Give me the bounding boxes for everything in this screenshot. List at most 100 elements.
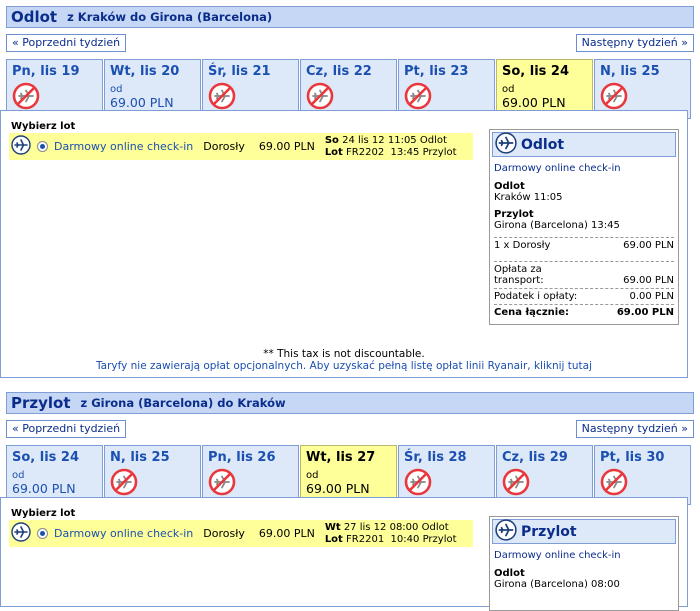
outbound-section: Odlot z Kraków do Girona (Barcelona) « P…: [6, 6, 694, 119]
inbound-summary-header: Przylot: [492, 519, 676, 544]
inbound-dep-label: Odlot: [421, 521, 449, 533]
outbound-summary-transport-row: Opłata za transport: 69.00 PLN: [494, 261, 674, 288]
outbound-choose-label: Wybierz lot: [11, 121, 76, 132]
inbound-title: Przylot: [11, 394, 71, 412]
inbound-flight-number: FR2201: [346, 533, 385, 545]
inbound-prev-week-button[interactable]: « Poprzedni tydzień: [6, 420, 127, 438]
day-label: So, lis 24: [502, 64, 570, 79]
outbound-flight-panel: Wybierz lot Darmowy online check-in Doro…: [0, 110, 688, 378]
day-label: Śr, lis 21: [208, 64, 271, 79]
outbound-title: Odlot: [11, 8, 58, 26]
outbound-arr-label: Przylot: [422, 146, 457, 158]
outbound-summary: Odlot Darmowy online check-in Odlot Krak…: [489, 129, 679, 325]
day-label: Śr, lis 28: [404, 450, 467, 465]
plane-icon: [495, 132, 517, 157]
inbound-day-tabs: So, lis 24 od 69.00 PLN N, lis 25 Pn, lis 26…: [6, 445, 694, 505]
inbound-flight-label: Lot: [324, 533, 343, 545]
no-flight-icon: [404, 468, 489, 500]
outbound-flight-radio[interactable]: [37, 141, 48, 152]
inbound-summary-dep-value: Girona (Barcelona) 08:00: [494, 579, 620, 590]
outbound-dep-time: 11:05: [387, 134, 417, 146]
day-price: 69.00 PLN: [12, 481, 76, 496]
outbound-day-label: So: [324, 134, 339, 146]
no-flight-icon: [110, 468, 195, 500]
outbound-summary-transport-value: 69.00 PLN: [623, 275, 674, 286]
plane-icon: [495, 519, 517, 544]
outbound-summary-dep-label: Odlot: [494, 181, 525, 192]
inbound-flight-radio[interactable]: [37, 528, 48, 539]
day-price: 69.00 PLN: [110, 95, 174, 110]
inbound-arr-label: Przylot: [422, 533, 457, 545]
outbound-summary-header: Odlot: [492, 132, 676, 157]
inbound-summary-dep-label: Odlot: [494, 568, 525, 579]
day-from-label: od: [12, 470, 25, 481]
inbound-day-tab[interactable]: N, lis 25: [104, 445, 201, 505]
inbound-day-tab[interactable]: Pt, lis 30: [594, 445, 691, 505]
outbound-flight-number: FR2202: [346, 146, 385, 158]
outbound-flight-row[interactable]: Darmowy online check-in Dorosły 69.00 PL…: [9, 133, 473, 160]
outbound-summary-pax: 1 x Dorosły: [494, 240, 551, 251]
outbound-flight-info: So 24 lis 12 11:05 Odlot Lot FR2202 13:4…: [325, 135, 457, 159]
day-label: So, lis 24: [12, 450, 80, 465]
inbound-next-week-button[interactable]: Następny tydzień »: [575, 420, 694, 438]
day-label: Wt, lis 20: [110, 64, 180, 79]
inbound-header: Przylot z Girona (Barcelona) do Kraków: [6, 392, 694, 414]
day-label: N, lis 25: [600, 64, 660, 79]
inbound-flight-price: 69.00 PLN: [258, 527, 315, 540]
inbound-day-tab[interactable]: So, lis 24 od 69.00 PLN: [6, 445, 103, 505]
day-from-label: od: [110, 84, 123, 95]
outbound-prev-week-button[interactable]: « Poprzedni tydzień: [6, 34, 127, 52]
plane-icon: [11, 522, 31, 545]
inbound-flight-info: Wt 27 lis 12 08:00 Odlot Lot FR2201 10:4…: [325, 522, 457, 546]
outbound-route: z Kraków do Girona (Barcelona): [67, 10, 273, 24]
outbound-summary-tax-label: Podatek i opłaty:: [494, 291, 578, 302]
outbound-next-week-button[interactable]: Następny tydzień »: [575, 34, 694, 52]
outbound-summary-pax-row: 1 x Dorosły 69.00 PLN: [494, 237, 674, 253]
outbound-tax-note: ** This tax is not discountable.: [263, 348, 425, 360]
outbound-summary-total-label: Cena łącznie:: [494, 307, 570, 318]
day-label: Pn, lis 26: [208, 450, 276, 465]
day-label: Pt, lis 30: [600, 450, 665, 465]
day-label: Pt, lis 23: [404, 64, 469, 79]
inbound-choose-label: Wybierz lot: [11, 508, 76, 519]
outbound-date: 24 lis 12: [342, 134, 385, 146]
outbound-summary-total-row: Cena łącznie: 69.00 PLN: [494, 304, 674, 320]
inbound-day-tab[interactable]: Wt, lis 27 od 69.00 PLN: [300, 445, 397, 505]
inbound-arr-time: 10:40: [390, 533, 420, 545]
outbound-summary-pax-price: 69.00 PLN: [623, 240, 674, 251]
day-label: N, lis 25: [110, 450, 170, 465]
inbound-flight-panel: Wybierz lot Darmowy online check-in Doro…: [0, 497, 688, 611]
day-label: Pn, lis 19: [12, 64, 80, 79]
inbound-day-label: Wt: [324, 521, 341, 533]
inbound-day-tab[interactable]: Cz, lis 29: [496, 445, 593, 505]
inbound-week-nav: « Poprzedni tydzień Następny tydzień »: [6, 420, 694, 440]
outbound-summary-transport-label: Opłata za transport:: [494, 264, 544, 286]
inbound-fare-label: Darmowy online check-in: [54, 527, 194, 540]
day-label: Cz, lis 29: [502, 450, 568, 465]
day-from-label: od: [502, 84, 515, 95]
inbound-passenger-type: Dorosły: [203, 527, 245, 540]
outbound-fare-label: Darmowy online check-in: [54, 140, 194, 153]
no-flight-icon: [600, 468, 685, 500]
outbound-summary-dep-value: Kraków 11:05: [494, 192, 563, 203]
outbound-flight-price: 69.00 PLN: [258, 140, 315, 153]
no-flight-icon: [208, 468, 293, 500]
day-label: Cz, lis 22: [306, 64, 372, 79]
outbound-arr-time: 13:45: [390, 146, 420, 158]
inbound-summary-title: Przylot: [521, 523, 577, 540]
outbound-summary-total-value: 69.00 PLN: [616, 307, 674, 318]
inbound-day-tab[interactable]: Pn, lis 26: [202, 445, 299, 505]
no-flight-icon: [502, 468, 587, 500]
outbound-passenger-type: Dorosły: [203, 140, 245, 153]
outbound-flight-label: Lot: [324, 146, 343, 158]
plane-icon: [11, 135, 31, 158]
inbound-flight-row[interactable]: Darmowy online check-in Dorosły 69.00 PL…: [9, 520, 473, 547]
outbound-summary-title: Odlot: [521, 136, 565, 153]
inbound-summary-fare: Darmowy online check-in: [494, 550, 621, 561]
outbound-summary-arr-value: Girona (Barcelona) 13:45: [494, 220, 620, 231]
inbound-day-tab[interactable]: Śr, lis 28: [398, 445, 495, 505]
day-label: Wt, lis 27: [306, 450, 376, 465]
outbound-summary-tax-row: Podatek i opłaty: 0.00 PLN: [494, 288, 674, 304]
outbound-tariff-link[interactable]: Taryfy nie zawierają opłat opcjonalnych.…: [1, 360, 687, 372]
outbound-summary-tax-value: 0.00 PLN: [629, 291, 674, 302]
